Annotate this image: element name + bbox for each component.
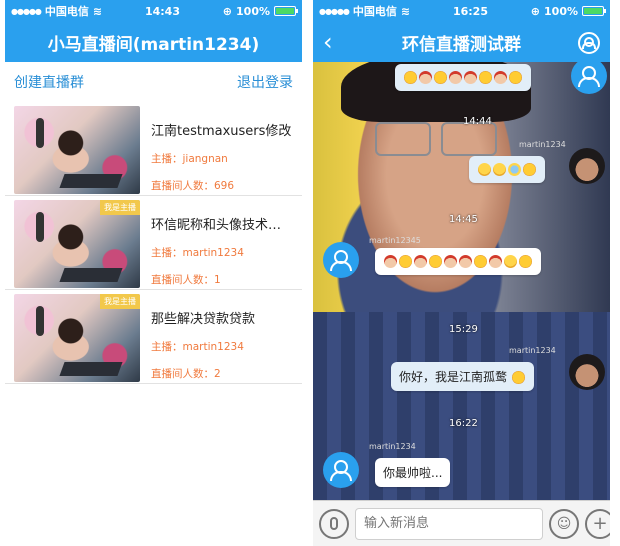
- room-title: 那些解决贷款贷款: [151, 312, 256, 327]
- emoji-button[interactable]: ☺: [549, 508, 579, 539]
- chat-title: 环信直播测试群: [402, 34, 521, 55]
- message-input[interactable]: [355, 507, 543, 540]
- username: martin12345: [369, 236, 421, 245]
- live-chat-screen: ●●●●● 中国电信 ≋ 16:25 ⊕ 100% ‹ 环信直播测试群 14:4…: [313, 0, 610, 546]
- user-avatar[interactable]: [323, 242, 359, 278]
- carrier-label: 中国电信: [44, 5, 89, 18]
- carrier-label: 中国电信: [352, 5, 397, 18]
- battery-icon: [582, 6, 606, 16]
- username: martin1234: [509, 346, 556, 355]
- action-bar: 创建直播群 退出登录: [5, 62, 302, 102]
- plus-icon: +: [592, 513, 608, 534]
- message-text: 你最帅啦...: [383, 466, 443, 480]
- page-title: 小马直播间(martin1234): [47, 34, 260, 55]
- username: martin1234: [519, 140, 566, 149]
- host-badge: 我是主播: [100, 200, 140, 215]
- room-thumbnail: [14, 106, 140, 194]
- group-members-icon[interactable]: [578, 32, 600, 54]
- timestamp: 14:45: [449, 214, 478, 225]
- microphone-icon: [330, 517, 338, 530]
- battery-percent: 100%: [544, 4, 578, 18]
- room-host: 主播：jiangnan: [151, 153, 228, 165]
- emoji-message-bubble: [395, 64, 531, 91]
- room-viewers: 直播间人数：696: [151, 180, 235, 192]
- logout-button[interactable]: 退出登录: [237, 72, 293, 92]
- signal-icon: ●●●●●: [11, 6, 42, 16]
- room-title: 江南testmaxusers修改: [151, 124, 292, 139]
- username: martin1234: [369, 442, 416, 451]
- emoji-message-bubble: [375, 248, 541, 275]
- text-message-bubble: 你最帅啦...: [375, 458, 451, 487]
- create-room-button[interactable]: 创建直播群: [14, 72, 84, 92]
- timestamp: 16:22: [449, 418, 478, 429]
- battery-icon: [274, 6, 298, 16]
- user-avatar[interactable]: [323, 452, 359, 488]
- host-badge: 我是主播: [100, 294, 140, 309]
- status-bar: ●●●●● 中国电信 ≋ 16:25 ⊕ 100%: [313, 0, 610, 22]
- message-input-bar: ☺ +: [313, 500, 610, 546]
- message-text: 你好，我是江南孤鹜: [399, 370, 508, 384]
- room-list-screen: ●●●●● 中国电信 ≋ 14:43 ⊕ 100% 小马直播间(martin12…: [5, 0, 302, 546]
- user-avatar[interactable]: [571, 62, 607, 94]
- signal-icon: ●●●●●: [319, 6, 350, 16]
- user-avatar[interactable]: [569, 354, 605, 390]
- back-chevron-icon[interactable]: ‹: [323, 28, 333, 56]
- rotation-lock-icon: ⊕: [222, 4, 233, 18]
- room-thumbnail: 我是主播: [14, 200, 140, 288]
- emoji-message-bubble: [469, 156, 545, 183]
- battery-percent: 100%: [236, 4, 270, 18]
- wifi-icon: ≋: [400, 4, 411, 18]
- room-thumbnail: 我是主播: [14, 294, 140, 382]
- live-video-background: 14:44 martin1234 14:45 martin12345 15:29…: [313, 62, 610, 500]
- room-item[interactable]: 江南testmaxusers修改 主播：jiangnan 直播间人数：696: [5, 102, 302, 196]
- room-title: 环信昵称和头像技术…: [151, 218, 282, 233]
- room-viewers: 直播间人数：2: [151, 368, 221, 380]
- timestamp: 15:29: [449, 324, 478, 335]
- room-host: 主播：martin1234: [151, 341, 244, 353]
- nav-bar: ‹ 环信直播测试群: [313, 22, 610, 62]
- clock: 14:43: [144, 4, 180, 18]
- rotation-lock-icon: ⊕: [530, 4, 541, 18]
- status-bar: ●●●●● 中国电信 ≋ 14:43 ⊕ 100%: [5, 0, 302, 22]
- smiley-icon: ☺: [556, 515, 572, 532]
- room-item[interactable]: 我是主播 那些解决贷款贷款 主播：martin1234 直播间人数：2: [5, 290, 302, 384]
- room-item[interactable]: 我是主播 环信昵称和头像技术… 主播：martin1234 直播间人数：1: [5, 196, 302, 290]
- voice-button[interactable]: [319, 508, 349, 539]
- room-viewers: 直播间人数：1: [151, 274, 221, 286]
- timestamp: 14:44: [463, 116, 492, 127]
- text-message-bubble: 你好，我是江南孤鹜: [391, 362, 534, 391]
- wifi-icon: ≋: [92, 4, 103, 18]
- clock: 16:25: [452, 4, 488, 18]
- user-avatar[interactable]: [569, 148, 605, 184]
- room-host: 主播：martin1234: [151, 247, 244, 259]
- more-button[interactable]: +: [585, 508, 610, 539]
- nav-bar: 小马直播间(martin1234): [5, 22, 302, 62]
